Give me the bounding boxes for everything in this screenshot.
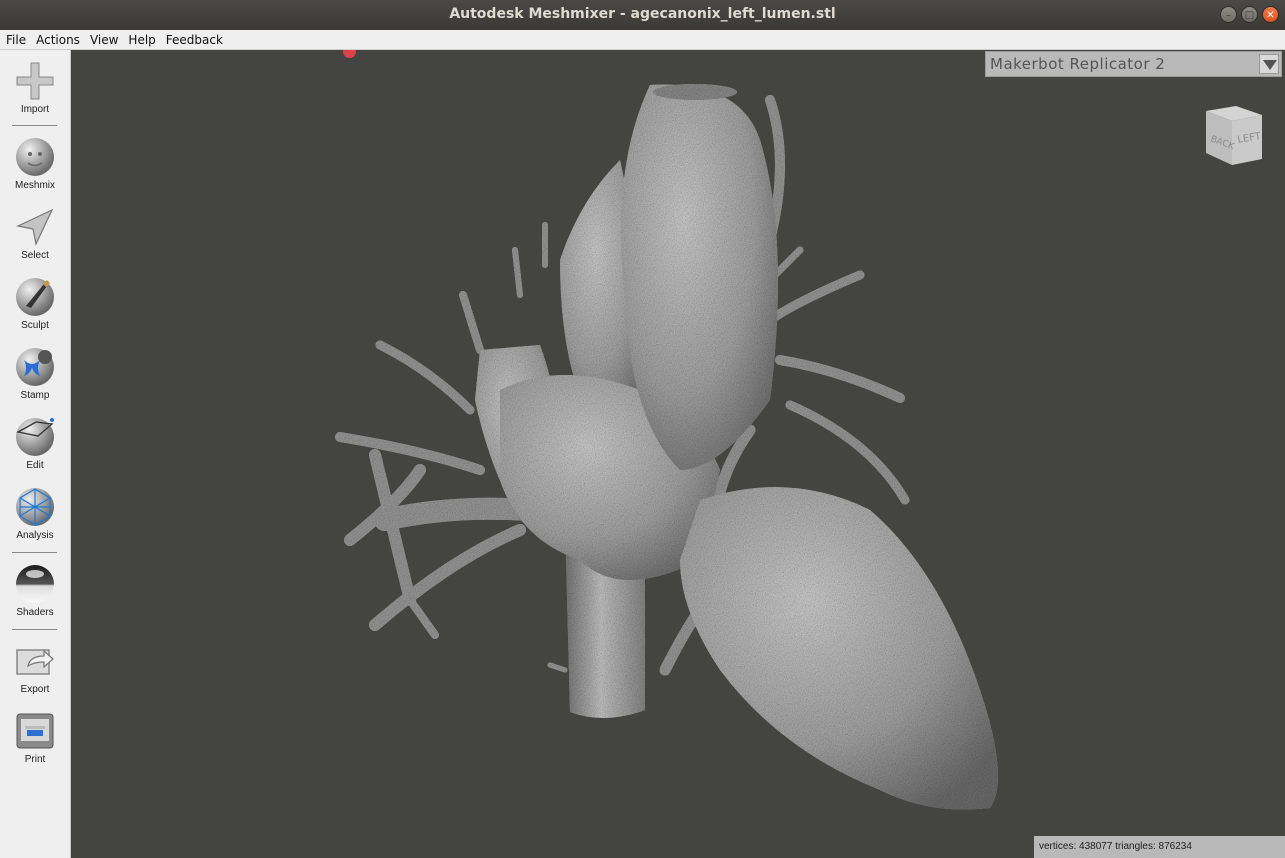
menu-bar: File Actions View Help Feedback — [0, 30, 1285, 50]
navigation-cube[interactable]: BACK LEFT — [1196, 101, 1266, 171]
meshmix-label: Meshmix — [14, 180, 55, 191]
printer-icon — [16, 713, 54, 749]
menu-feedback[interactable]: Feedback — [166, 33, 223, 47]
sculpt-label: Sculpt — [21, 320, 49, 331]
maximize-button[interactable]: □ — [1241, 6, 1258, 23]
printer-select-value: Makerbot Replicator 2 — [990, 55, 1166, 73]
left-toolbar: Import Meshmix Select Sculpt Stamp Edit … — [0, 50, 71, 858]
window-title: Autodesk Meshmixer - agecanonix_left_lum… — [449, 6, 836, 22]
select-button[interactable]: Select — [0, 206, 70, 261]
minimize-button[interactable]: – — [1220, 6, 1237, 23]
shaders-label: Shaders — [16, 607, 54, 618]
wireframe-ball-icon — [16, 488, 54, 526]
export-button[interactable]: Export — [0, 640, 70, 695]
3d-viewport[interactable] — [71, 50, 1285, 858]
analysis-button[interactable]: Analysis — [0, 486, 70, 541]
chrome-ball-icon — [16, 565, 54, 603]
sculpt-button[interactable]: Sculpt — [0, 276, 70, 331]
meshmix-button[interactable]: Meshmix — [0, 136, 70, 191]
export-label: Export — [20, 684, 50, 695]
title-bar: Autodesk Meshmixer - agecanonix_left_lum… — [0, 0, 1285, 30]
menu-actions[interactable]: Actions — [36, 33, 80, 47]
menu-view[interactable]: View — [90, 33, 118, 47]
import-button[interactable]: Import — [0, 60, 70, 115]
print-button[interactable]: Print — [0, 710, 70, 765]
stamp-label: Stamp — [20, 390, 50, 401]
chevron-down-icon[interactable] — [1259, 54, 1279, 74]
export-icon — [16, 649, 54, 675]
shaders-button[interactable]: Shaders — [0, 563, 70, 618]
mesh-stats: vertices: 438077 triangles: 876234 — [1034, 836, 1285, 858]
stamp-ball-icon — [16, 348, 54, 386]
plus-icon — [16, 62, 54, 100]
close-button[interactable]: ✕ — [1262, 6, 1279, 23]
heart-mesh-model[interactable] — [71, 50, 1285, 858]
edit-button[interactable]: Edit — [0, 416, 70, 471]
window-controls: – □ ✕ — [1220, 6, 1279, 23]
print-label: Print — [24, 754, 46, 765]
brush-ball-icon — [16, 278, 54, 316]
select-label: Select — [21, 250, 49, 261]
edit-label: Edit — [26, 460, 44, 471]
menu-help[interactable]: Help — [128, 33, 155, 47]
edit-ball-icon — [16, 418, 54, 456]
import-label: Import — [20, 104, 50, 115]
printer-select[interactable]: Makerbot Replicator 2 — [985, 51, 1282, 77]
cursor-arrow-icon — [16, 208, 54, 246]
meshmix-ball-icon — [16, 138, 54, 176]
stamp-button[interactable]: Stamp — [0, 346, 70, 401]
menu-file[interactable]: File — [6, 33, 26, 47]
analysis-label: Analysis — [16, 530, 54, 541]
